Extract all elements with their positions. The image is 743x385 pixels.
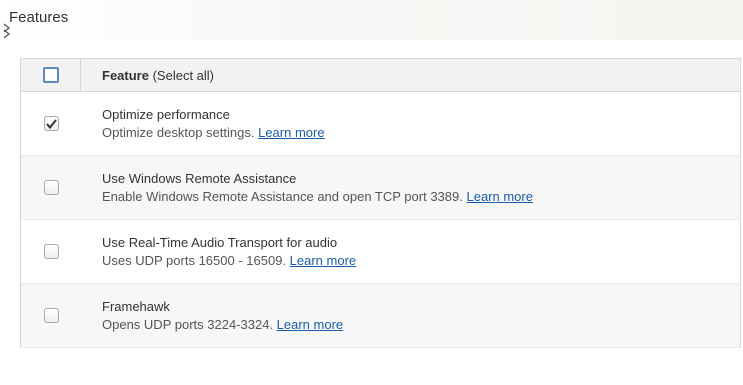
feature-checkbox-remote-assistance[interactable] (43, 180, 59, 195)
learn-more-link[interactable]: Learn more (258, 125, 324, 140)
feature-title: Optimize performance (102, 106, 230, 122)
feature-checkbox-optimize-performance[interactable] (43, 116, 59, 131)
feature-description: Optimize desktop settings. (102, 124, 255, 140)
table-header: Feature (Select all) (21, 58, 740, 92)
feature-title: Use Windows Remote Assistance (102, 170, 297, 186)
section-header (0, 0, 743, 40)
checkmark-icon (45, 118, 57, 129)
feature-title: Use Real-Time Audio Transport for audio (102, 234, 338, 250)
learn-more-link[interactable]: Learn more (277, 317, 343, 332)
select-all-label[interactable]: (Select all) (153, 68, 214, 83)
feature-title: Framehawk (102, 298, 170, 314)
table-row: Use Windows Remote Assistance Enable Win… (21, 156, 740, 220)
learn-more-link[interactable]: Learn more (466, 189, 532, 204)
features-table: Feature (Select all) Optimize performanc… (20, 58, 741, 348)
header-label: Feature (Select all) (102, 68, 214, 83)
feature-column-header: Feature (102, 67, 149, 83)
learn-more-link[interactable]: Learn more (290, 253, 356, 268)
feature-checkbox-framehawk[interactable] (43, 308, 59, 323)
header-check-cell (21, 59, 81, 91)
table-row: Use Real-Time Audio Transport for audio … (21, 220, 740, 284)
feature-checkbox-realtime-audio[interactable] (43, 244, 59, 259)
table-row: Framehawk Opens UDP ports 3224-3324. Lea… (21, 284, 740, 348)
table-row: Optimize performance Optimize desktop se… (21, 92, 740, 156)
feature-description: Enable Windows Remote Assistance and ope… (102, 188, 463, 204)
select-all-checkbox[interactable] (42, 67, 59, 83)
feature-description: Uses UDP ports 16500 - 16509. (102, 252, 287, 268)
feature-description: Opens UDP ports 3224-3324. (102, 316, 274, 332)
section-title: Features (9, 9, 69, 26)
